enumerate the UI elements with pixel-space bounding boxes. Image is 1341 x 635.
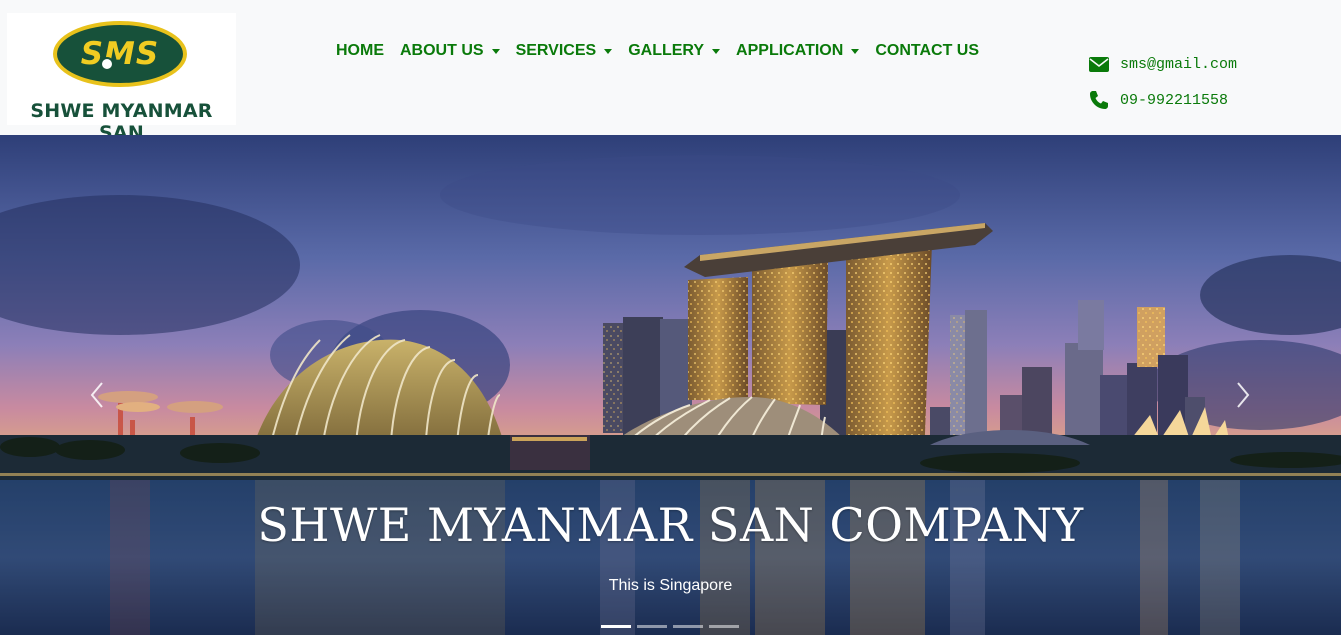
caret-down-icon [851, 48, 860, 54]
nav-item-label: APPLICATION [736, 42, 844, 59]
nav-item-services[interactable]: SERVICES [516, 42, 613, 60]
nav-item-contact-us[interactable]: CONTACT US [875, 42, 979, 60]
site-header: SMS SHWE MYANMAR SAN HOME ABOUT US SERVI… [0, 0, 1341, 144]
carousel-prev-button[interactable] [86, 380, 110, 410]
email-text: sms@gmail.com [1120, 55, 1238, 73]
carousel-indicator[interactable] [673, 625, 703, 628]
nav-item-about-us[interactable]: ABOUT US [400, 42, 500, 60]
nav-item-gallery[interactable]: GALLERY [628, 42, 721, 60]
nav-item-application[interactable]: APPLICATION [736, 42, 860, 60]
carousel-indicator[interactable] [601, 625, 631, 628]
logo-letters: SMS [80, 36, 160, 72]
phone-icon [1088, 90, 1110, 110]
nav-item-label: ABOUT US [400, 42, 484, 59]
logo[interactable]: SMS SHWE MYANMAR SAN [7, 13, 236, 144]
carousel-next-button[interactable] [1230, 380, 1254, 410]
nav-item-home[interactable]: HOME [336, 42, 384, 60]
chevron-right-icon [1237, 382, 1250, 408]
caret-down-icon [491, 48, 500, 54]
email-row[interactable]: sms@gmail.com [1088, 52, 1237, 76]
carousel-indicators [601, 625, 745, 628]
phone-row[interactable]: 09-992211558 [1088, 88, 1237, 112]
nav-item-label: CONTACT US [875, 42, 980, 59]
carousel-indicator[interactable] [637, 625, 667, 628]
chevron-left-icon [90, 382, 103, 408]
nav-item-label: HOME [336, 42, 384, 59]
nav-item-label: SERVICES [515, 42, 597, 59]
caret-down-icon [712, 48, 721, 54]
carousel-indicator[interactable] [709, 625, 739, 628]
main-nav: HOME ABOUT US SERVICES GALLERY APPLICATI… [336, 41, 995, 61]
phone-text: 09-992211558 [1120, 91, 1229, 109]
caret-down-icon [604, 48, 613, 54]
envelope-icon [1088, 54, 1110, 74]
hero-carousel[interactable]: SHWE MYANMAR SAN COMPANY This is Singapo… [0, 135, 1341, 635]
carousel-caption-subtitle: This is Singapore [608, 577, 733, 594]
nav-item-label: GALLERY [628, 42, 705, 59]
hero-image [0, 135, 1341, 635]
logo-emblem: SMS [53, 21, 187, 87]
logo-globe-icon [100, 57, 114, 71]
contact-info: sms@gmail.com 09-992211558 [1088, 52, 1237, 112]
carousel-caption-title: SHWE MYANMAR SAN COMPANY [257, 498, 1084, 552]
